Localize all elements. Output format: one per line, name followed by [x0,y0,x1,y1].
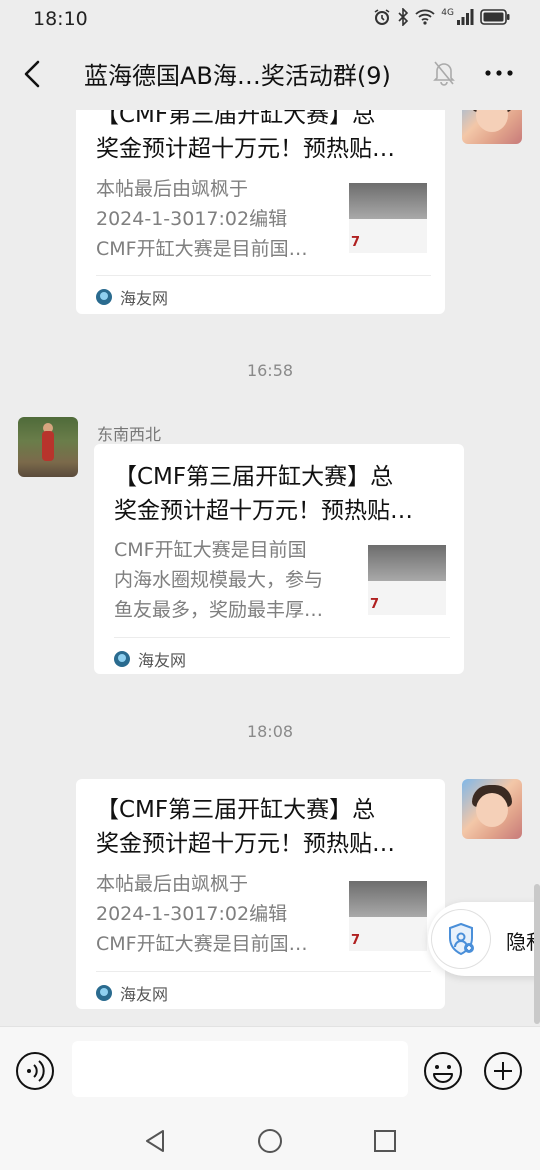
sender-name: 东南西北 [97,425,162,444]
card-title-line: 奖金预计超十万元！预热贴… [96,136,395,162]
signal-icon [457,9,474,25]
source-logo-icon [114,651,130,667]
card-desc-line: 鱼友最多，奖励最丰厚… [114,599,324,621]
card-thumbnail: 7 [368,545,446,615]
chat-area[interactable]: 【CMF第三届开缸大赛】总 奖金预计超十万元！预热贴… 本帖最后由飒枫于 202… [0,110,540,1026]
card-desc-line: 本帖最后由飒枫于 [96,873,249,895]
card-desc-line: 本帖最后由飒枫于 [96,178,249,200]
source-name: 海友网 [120,985,169,1004]
source-name: 海友网 [120,289,169,308]
chat-title: 蓝海德国AB海…奖活动群(9) [84,62,391,90]
system-nav-bar [0,1112,540,1170]
source-logo-icon [96,289,112,305]
scrollbar[interactable] [534,884,540,1024]
card-title-line: 奖金预计超十万元！预热贴… [114,498,413,524]
timestamp: 16:58 [246,361,294,380]
mute-bell-icon [433,61,455,86]
card-title-line: 奖金预计超十万元！预热贴… [96,831,395,857]
card-title-line: 【CMF第三届开缸大赛】总 [114,464,394,490]
privacy-shield-button[interactable] [432,910,490,968]
battery-icon [480,9,510,25]
alarm-icon [374,9,390,25]
network-label: 4G [441,8,454,18]
card-thumbnail: 7 [349,881,427,951]
avatar[interactable] [18,417,78,477]
chat-header: 蓝海德国AB海…奖活动群(9) [0,38,540,110]
card-title-line: 【CMF第三届开缸大赛】总 [96,797,376,823]
card-desc-line: CMF开缸大赛是目前国… [96,933,308,955]
card-source: 海友网 [96,981,168,1005]
avatar[interactable] [462,110,522,144]
timestamp: 18:08 [246,722,294,741]
card-desc-line: 2024-1-3017:02编辑 [96,208,288,230]
card-divider [96,971,431,972]
status-time: 18:10 [33,8,88,30]
card-title: 【CMF第三届开缸大赛】总 奖金预计超十万元！预热贴… [114,460,454,528]
card-title: 【CMF第三届开缸大赛】总 奖金预计超十万元！预热贴… [96,793,436,861]
message-input[interactable] [72,1041,408,1097]
card-divider [96,275,431,276]
link-card-message[interactable]: 【CMF第三届开缸大赛】总 奖金预计超十万元！预热贴… 本帖最后由飒枫于 202… [76,779,445,1009]
card-title-line: 【CMF第三届开缸大赛】总 [96,110,376,128]
card-source: 海友网 [96,285,168,309]
thumb-text: 7 [351,933,361,948]
thumb-text: 7 [351,235,361,250]
status-bar: 18:10 4G [0,0,540,38]
nav-home-icon[interactable] [257,1128,283,1154]
avatar[interactable] [462,779,522,839]
nav-recents-icon[interactable] [373,1128,397,1154]
card-description: CMF开缸大赛是目前国 内海水圈规模最大，参与 鱼友最多，奖励最丰厚… [114,535,354,625]
bluetooth-icon [398,8,409,26]
card-title: 【CMF第三届开缸大赛】总 奖金预计超十万元！预热贴… [96,110,436,166]
card-desc-line: CMF开缸大赛是目前国 [114,539,307,561]
thumb-text: 7 [370,597,380,612]
link-card-message[interactable]: 【CMF第三届开缸大赛】总 奖金预计超十万元！预热贴… 本帖最后由飒枫于 202… [76,110,445,314]
link-card-message[interactable]: 【CMF第三届开缸大赛】总 奖金预计超十万元！预热贴… CMF开缸大赛是目前国 … [94,444,464,674]
card-description: 本帖最后由飒枫于 2024-1-3017:02编辑 CMF开缸大赛是目前国… [96,869,336,959]
card-desc-line: 2024-1-3017:02编辑 [96,903,288,925]
plus-icon[interactable] [483,1051,523,1091]
emoji-icon[interactable] [423,1051,463,1091]
privacy-shield-icon [449,922,474,956]
source-name: 海友网 [138,651,187,670]
card-desc-line: 内海水圈规模最大，参与 [114,569,324,591]
voice-icon[interactable] [15,1051,55,1091]
card-description: 本帖最后由飒枫于 2024-1-3017:02编辑 CMF开缸大赛是目前国… [96,174,336,264]
input-bar [0,1026,540,1113]
status-icons: 4G [373,8,510,26]
privacy-popup[interactable]: 隐私 [428,902,540,976]
back-icon[interactable] [18,56,48,92]
more-icon[interactable] [484,60,514,86]
card-desc-line: CMF开缸大赛是目前国… [96,238,308,260]
source-logo-icon [96,985,112,1001]
card-thumbnail: 7 [349,183,427,253]
nav-back-icon[interactable] [143,1128,167,1154]
card-divider [114,637,450,638]
card-source: 海友网 [114,647,186,671]
wifi-icon [415,9,435,25]
